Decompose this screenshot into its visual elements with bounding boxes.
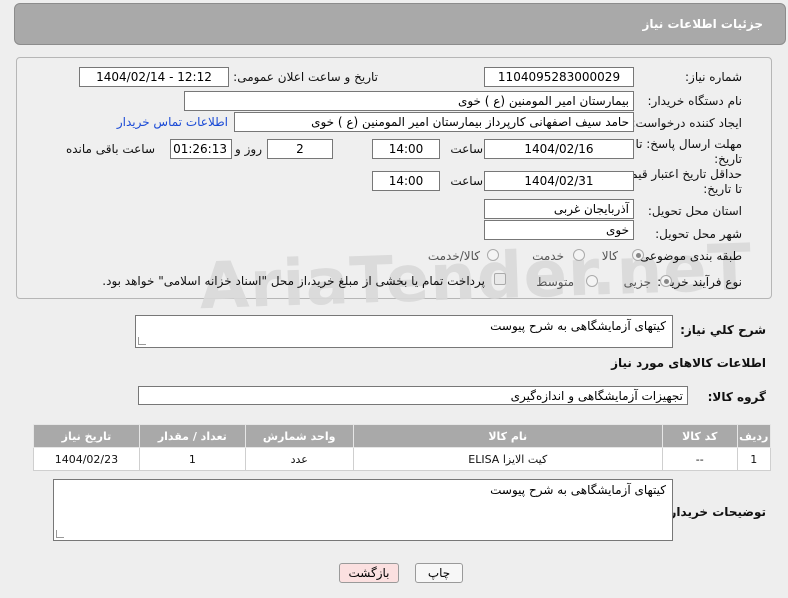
table-header-row: ردیف کد کالا نام کالا واحد شمارش تعداد /… (33, 424, 772, 448)
city-label: شهر محل تحویل: (655, 227, 742, 241)
process-option-medium: متوسط (536, 275, 574, 289)
buyer-notes-text: کیتهای آزمایشگاهی به شرح پیوست (490, 483, 666, 497)
description-textarea[interactable]: کیتهای آزمایشگاهی به شرح پیوست (135, 315, 673, 348)
announce-date-label: تاریخ و ساعت اعلان عمومی: (233, 70, 378, 84)
process-option-minor: جزیی (623, 275, 651, 289)
treasury-payment-checkbox[interactable] (494, 273, 506, 285)
print-button[interactable]: چاپ (415, 563, 463, 583)
category-option-goods: کالا (601, 249, 618, 263)
need-number-field: 1104095283000029 (484, 67, 634, 87)
category-option-service: خدمت (532, 249, 564, 263)
process-radio-medium[interactable] (586, 275, 598, 287)
goods-group-label: گروه کالا: (707, 390, 766, 404)
requester-label: ایجاد کننده درخواست: (631, 116, 742, 130)
cell-item-name: کیت الایزا ELISA (352, 447, 663, 471)
category-radio-goods[interactable] (632, 249, 644, 261)
table-row: 1 -- کیت الایزا ELISA عدد 1 1404/02/23 (33, 447, 772, 471)
announce-date-field: 1404/02/14 - 12:12 (79, 67, 229, 87)
cell-need-date: 1404/02/23 (33, 447, 140, 471)
col-header-item-code: کد کالا (661, 424, 738, 448)
buyer-notes-textarea[interactable]: کیتهای آزمایشگاهی به شرح پیوست (53, 479, 673, 541)
price-validity-time-label: ساعت (450, 174, 483, 188)
col-header-item-name: نام کالا (352, 424, 663, 448)
days-remaining-field: 2 (267, 139, 333, 159)
buyer-org-label: نام دستگاه خریدار: (647, 94, 743, 108)
resize-grip-icon[interactable] (56, 530, 64, 538)
price-validity-label-line2: تا تاریخ: (703, 182, 742, 196)
page-header: جزئیات اطلاعات نیاز (14, 3, 786, 45)
deadline-label-line1: مهلت ارسال پاسخ: تا (635, 137, 742, 151)
buyer-notes-label: توضیحات خریدار: (664, 505, 766, 519)
goods-section-title: اطلاعات کالاهای مورد نیاز (611, 356, 766, 370)
description-text: کیتهای آزمایشگاهی به شرح پیوست (490, 319, 666, 333)
deadline-time-label: ساعت (450, 142, 483, 156)
description-label: شرح کلي نياز: (680, 323, 766, 337)
price-validity-label-line1: حداقل تاریخ اعتبار قیمت: (615, 167, 742, 181)
goods-table: ردیف کد کالا نام کالا واحد شمارش تعداد /… (33, 424, 772, 471)
deadline-time-field: 14:00 (372, 139, 440, 159)
province-label: استان محل تحویل: (647, 204, 742, 218)
buyer-contact-link[interactable]: اطلاعات تماس خریدار (117, 115, 228, 129)
time-remaining-label: ساعت باقی مانده (65, 142, 155, 156)
days-label: روز و (235, 142, 262, 156)
cell-quantity: 1 (138, 447, 246, 471)
process-radio-minor[interactable] (660, 275, 672, 287)
need-number-label: شماره نیاز: (685, 70, 742, 84)
resize-grip-icon[interactable] (138, 337, 146, 345)
category-label: طبقه بندی موضوعی: (635, 249, 742, 263)
city-field: خوی (484, 220, 634, 240)
cell-row-number: 1 (736, 447, 772, 471)
deadline-label-line2: تاریخ: (714, 152, 742, 166)
col-header-unit: واحد شمارش (244, 424, 354, 448)
province-field: آذربایجان غربی (484, 199, 634, 219)
col-header-row-number: ردیف (736, 424, 772, 448)
treasury-payment-note: پرداخت تمام یا بخشی از مبلغ خرید،از محل … (102, 274, 485, 288)
cell-item-code: -- (661, 447, 738, 471)
buyer-org-field: بیمارستان امیر المومنین (ع ) خوی (184, 91, 634, 111)
category-radio-goods-service[interactable] (487, 249, 499, 261)
back-button[interactable]: بازگشت (339, 563, 399, 583)
col-header-quantity: تعداد / مقدار (138, 424, 246, 448)
requester-field: حامد سیف اصفهانی کارپرداز بیمارستان امیر… (234, 112, 634, 132)
deadline-date-field: 1404/02/16 (484, 139, 634, 159)
goods-group-field: تجهیزات آزمایشگاهی و اندازه‌گیری (138, 386, 688, 405)
page-title: جزئیات اطلاعات نیاز (642, 17, 763, 31)
col-header-need-date: تاریخ نیاز (33, 424, 140, 448)
cell-unit: عدد (244, 447, 354, 471)
category-option-goods-service: کالا/خدمت (427, 249, 480, 263)
category-radio-service[interactable] (573, 249, 585, 261)
price-validity-date-field: 1404/02/31 (484, 171, 634, 191)
time-remaining-field: 01:26:13 (170, 139, 232, 159)
price-validity-time-field: 14:00 (372, 171, 440, 191)
